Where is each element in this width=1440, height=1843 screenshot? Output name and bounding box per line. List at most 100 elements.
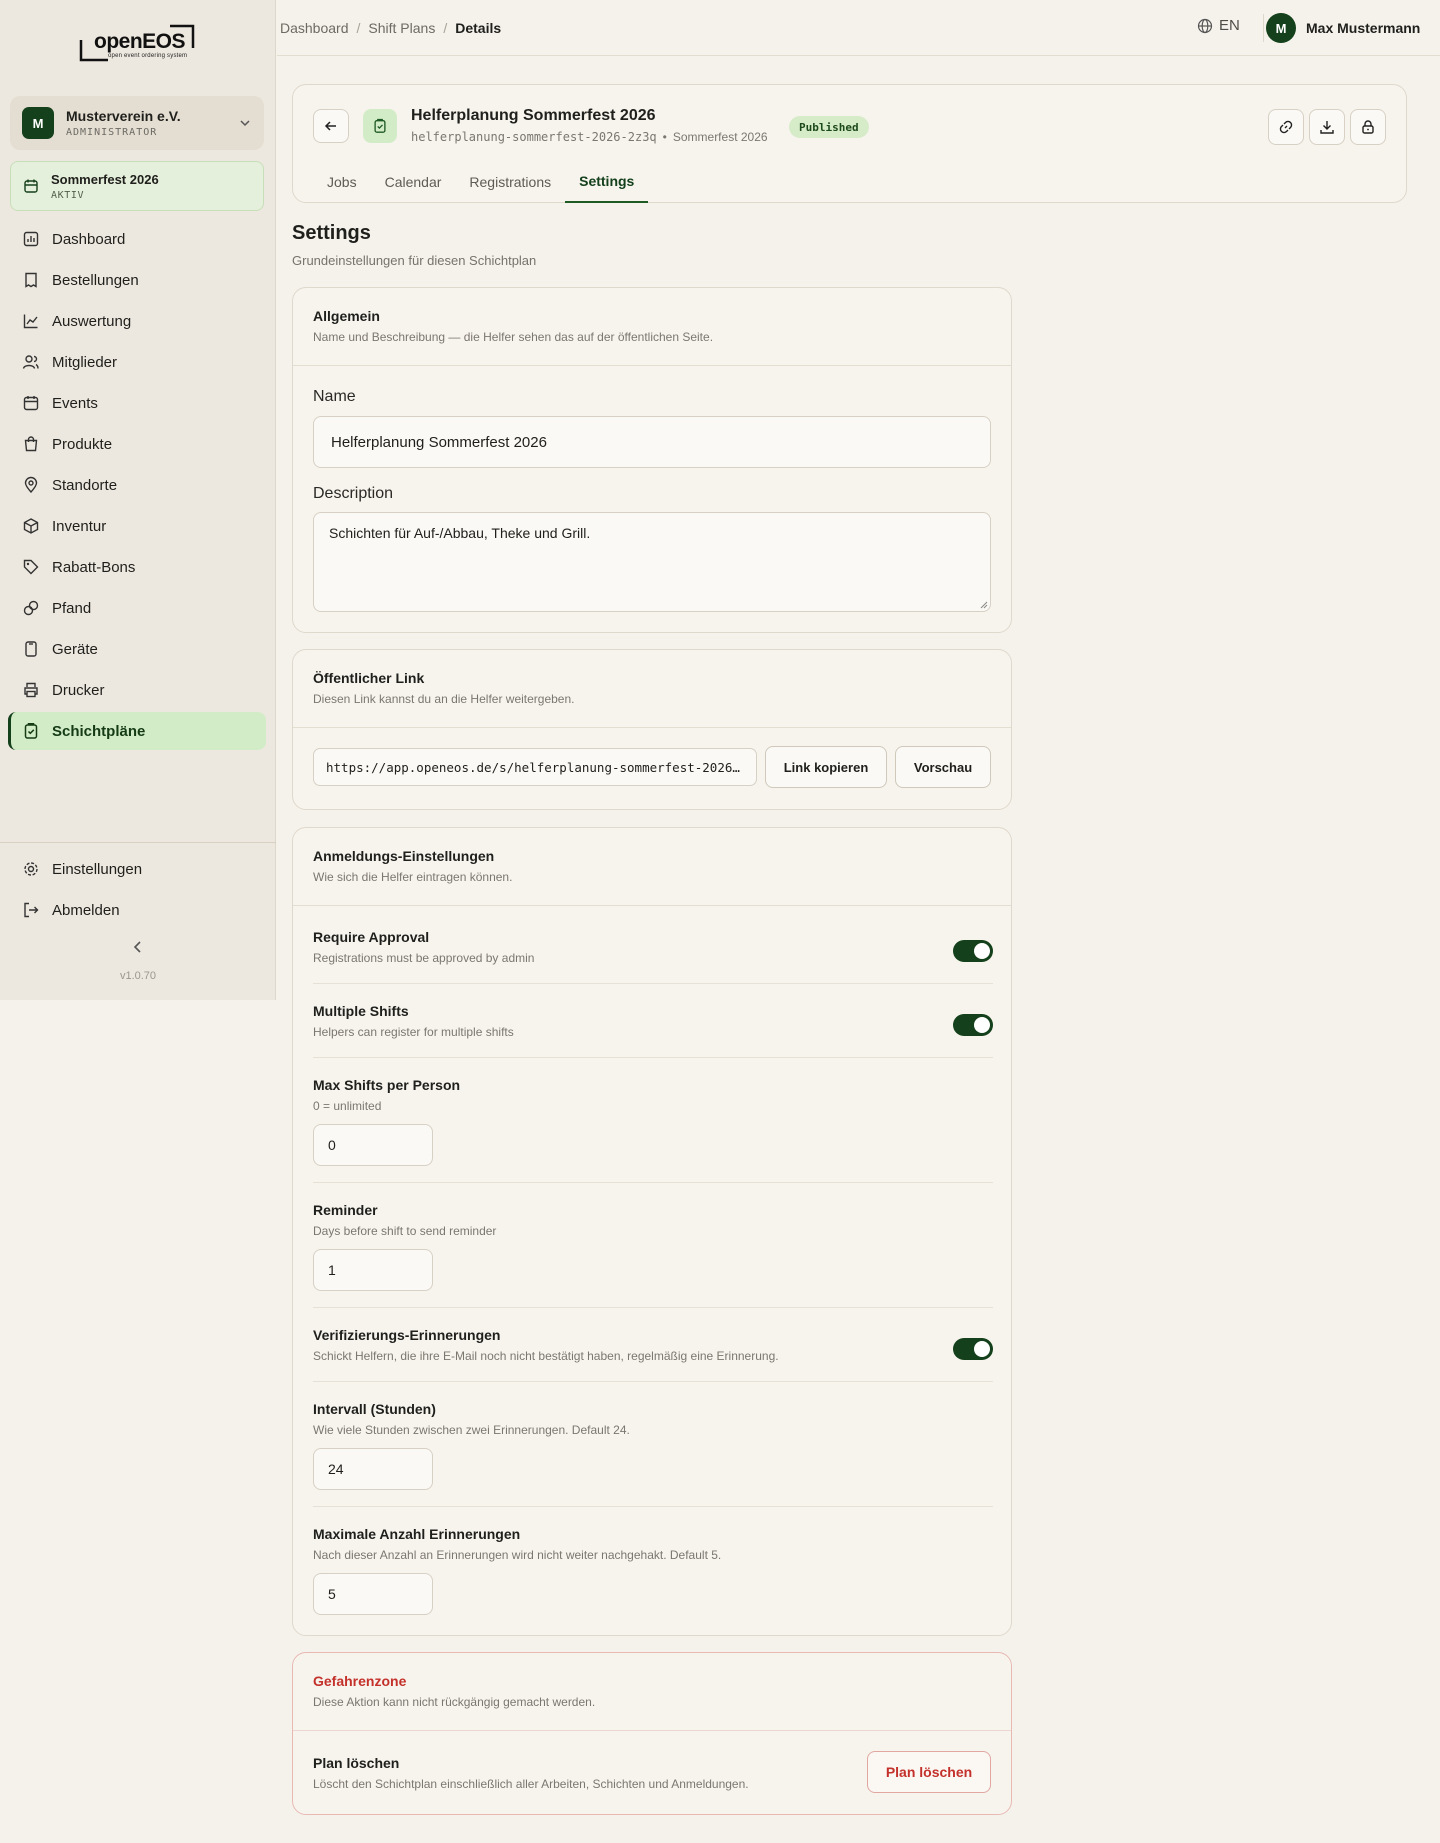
plan-tabs: Jobs Calendar Registrations Settings (313, 161, 649, 203)
public-link-card: Öffentlicher Link Diesen Link kannst du … (292, 649, 1012, 810)
sidebar-item-label: Rabatt-Bons (52, 558, 136, 576)
logo-tagline: open event ordering system (108, 53, 188, 59)
setting-title: Intervall (Stunden) (313, 1401, 436, 1417)
name-input[interactable]: Helferplanung Sommerfest 2026 (313, 416, 991, 468)
row-divider (313, 983, 993, 984)
sidebar-item-drucker[interactable]: Drucker (8, 671, 266, 709)
language-code: EN (1219, 17, 1240, 34)
row-divider (313, 1307, 993, 1308)
sidebar-item-label: Auswertung (52, 312, 132, 330)
danger-zone-card: Gefahrenzone Diese Aktion kann nicht rüc… (292, 1652, 1012, 1815)
sidebar-item-inventur[interactable]: Inventur (8, 507, 266, 545)
setting-description: Registrations must be approved by admin (313, 951, 535, 965)
setting-title: Reminder (313, 1202, 378, 1218)
card-title: Gefahrenzone (313, 1673, 407, 1689)
logout-icon (24, 902, 39, 918)
clipboard-check-icon (24, 723, 38, 739)
card-description: Name und Beschreibung — die Helfer sehen… (313, 330, 714, 344)
device-icon (25, 641, 37, 657)
collapse-sidebar-icon[interactable] (128, 937, 148, 957)
require-approval-toggle[interactable] (953, 940, 993, 962)
max-shifts-input[interactable]: 0 (313, 1124, 433, 1166)
setting-title: Verifizierungs-Erinnerungen (313, 1327, 501, 1343)
sidebar-item-mitglieder[interactable]: Mitglieder (8, 343, 266, 381)
link-icon (1279, 120, 1293, 134)
tab-jobs[interactable]: Jobs (313, 161, 371, 203)
card-title: Öffentlicher Link (313, 670, 425, 686)
copy-link-button[interactable]: Link kopieren (765, 746, 887, 788)
sidebar-item-label: Produkte (52, 435, 113, 453)
sidebar: openEOS open event ordering system M Mus… (0, 0, 276, 1000)
user-menu[interactable]: M Max Mustermann (1266, 13, 1420, 43)
avatar: M (1266, 13, 1296, 43)
card-description: Wie sich die Helfer eintragen können. (313, 870, 513, 884)
lock-button[interactable] (1350, 109, 1386, 145)
reminder-days-input[interactable]: 1 (313, 1249, 433, 1291)
back-button[interactable] (313, 109, 349, 143)
language-switcher[interactable]: EN (1197, 17, 1240, 34)
interval-hours-input[interactable]: 24 (313, 1448, 433, 1490)
package-icon (23, 518, 39, 534)
sidebar-item-schichtplaene[interactable]: Schichtpläne (8, 712, 266, 750)
tag-icon (23, 559, 39, 575)
lock-icon (1362, 120, 1374, 134)
sidebar-item-events[interactable]: Events (8, 384, 266, 422)
description-textarea[interactable]: Schichten für Auf-/Abbau, Theke und Gril… (313, 512, 991, 612)
sidebar-item-rabatt-bons[interactable]: Rabatt-Bons (8, 548, 266, 586)
plan-title: Helferplanung Sommerfest 2026 (411, 107, 656, 124)
public-link-input[interactable]: https://app.openeos.de/s/helferplanung-s… (313, 748, 757, 786)
tab-settings[interactable]: Settings (565, 161, 649, 203)
app-logo[interactable]: openEOS open event ordering system (78, 24, 198, 66)
preview-button[interactable]: Vorschau (895, 746, 991, 788)
resize-handle-icon[interactable] (978, 599, 988, 609)
sidebar-item-bestellungen[interactable]: Bestellungen (8, 261, 266, 299)
verification-reminders-toggle[interactable] (953, 1338, 993, 1360)
setting-description: 0 = unlimited (313, 1099, 382, 1113)
sidebar-item-abmelden[interactable]: Abmelden (8, 891, 266, 929)
sidebar-item-geraete[interactable]: Geräte (8, 630, 266, 668)
sidebar-item-label: Abmelden (52, 901, 120, 919)
setting-description: Wie viele Stunden zwischen zwei Erinneru… (313, 1423, 630, 1437)
max-reminders-row: Maximale Anzahl Erinnerungen Nach dieser… (313, 1526, 993, 1636)
sidebar-item-produkte[interactable]: Produkte (8, 425, 266, 463)
sidebar-item-label: Geräte (52, 640, 98, 658)
tab-registrations[interactable]: Registrations (455, 161, 565, 203)
sidebar-item-label: Mitglieder (52, 353, 118, 371)
plan-event: Sommerfest 2026 (672, 130, 768, 144)
card-title: Allgemein (313, 308, 380, 324)
copy-link-button[interactable] (1268, 109, 1304, 145)
sidebar-item-pfand[interactable]: Pfand (8, 589, 266, 627)
breadcrumb-shift-plans[interactable]: Shift Plans (368, 20, 435, 36)
link-icon (23, 600, 39, 616)
sidebar-bottom-nav: Einstellungen Abmelden (8, 850, 266, 932)
arrow-left-icon (324, 121, 336, 131)
breadcrumb-separator: / (443, 19, 448, 36)
setting-title: Maximale Anzahl Erinnerungen (313, 1526, 521, 1542)
plan-subtitle: helferplanung-sommerfest-2026-2z3q • Som… (411, 130, 768, 144)
sidebar-item-standorte[interactable]: Standorte (8, 466, 266, 504)
card-title: Anmeldungs-Einstellungen (313, 848, 495, 864)
tab-calendar[interactable]: Calendar (371, 161, 456, 203)
topbar-divider (1263, 14, 1264, 42)
row-divider (313, 1057, 993, 1058)
sidebar-item-dashboard[interactable]: Dashboard (8, 220, 266, 258)
setting-description: Days before shift to send reminder (313, 1224, 497, 1238)
receipt-icon (25, 272, 37, 288)
sidebar-item-auswertung[interactable]: Auswertung (8, 302, 266, 340)
status-badge: Published (789, 116, 869, 138)
chart-line-icon (23, 314, 38, 329)
sidebar-item-label: Schichtpläne (52, 722, 146, 740)
org-switcher[interactable]: M Musterverein e.V. ADMINISTRATOR (10, 96, 264, 150)
active-event[interactable]: Sommerfest 2026 AKTIV (10, 161, 264, 211)
sidebar-item-einstellungen[interactable]: Einstellungen (8, 850, 266, 888)
download-button[interactable] (1309, 109, 1345, 145)
delete-plan-button[interactable]: Plan löschen (867, 1751, 991, 1793)
name-label: Name (313, 388, 356, 405)
bag-icon (24, 436, 38, 452)
setting-title: Multiple Shifts (313, 1003, 409, 1019)
printer-icon (24, 682, 38, 698)
breadcrumb-dashboard[interactable]: Dashboard (280, 20, 349, 36)
setting-title: Max Shifts per Person (313, 1077, 461, 1093)
max-reminders-input[interactable]: 5 (313, 1573, 433, 1615)
multiple-shifts-toggle[interactable] (953, 1014, 993, 1036)
